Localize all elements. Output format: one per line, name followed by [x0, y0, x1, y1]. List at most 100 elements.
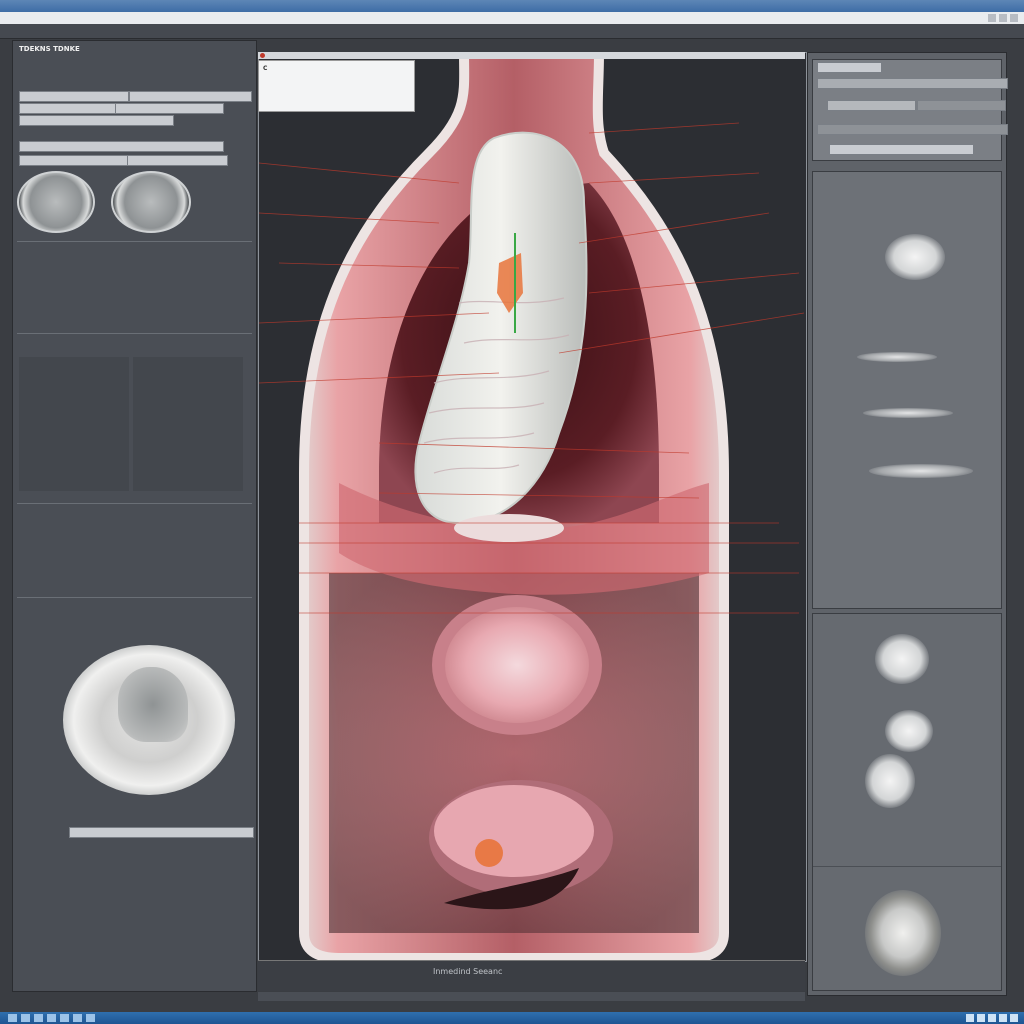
right-series-panel [807, 52, 1008, 996]
table-cell [23, 469, 123, 477]
info-line [263, 85, 410, 92]
app-icon[interactable] [47, 1014, 56, 1022]
series-caption [813, 292, 1001, 300]
tray-icon[interactable] [977, 1014, 985, 1022]
section-label [19, 587, 250, 596]
series-caption [813, 222, 1001, 230]
volume-render[interactable] [259, 53, 806, 961]
table-cell [137, 415, 237, 423]
series-field[interactable] [827, 100, 916, 111]
series-thumbnail[interactable] [863, 408, 953, 418]
field-2[interactable] [19, 103, 116, 114]
app-icon[interactable] [86, 1014, 95, 1022]
viewer-footer: Inmedind Seeanc [258, 960, 805, 991]
field-7[interactable] [127, 155, 228, 166]
series-field[interactable] [817, 62, 882, 73]
tray-icon[interactable] [999, 1014, 1007, 1022]
section-label [19, 571, 250, 580]
field-0[interactable] [19, 91, 129, 102]
section-label [19, 303, 250, 312]
series-caption [813, 302, 1001, 310]
table-cell [23, 451, 123, 459]
info-line: C [263, 65, 268, 72]
series-caption [813, 174, 1001, 182]
thumbnail-stack[interactable] [812, 613, 1002, 991]
section-label [19, 511, 250, 520]
table-cell [137, 361, 237, 369]
close-icon[interactable] [260, 53, 265, 58]
section-label [19, 341, 250, 350]
series-caption [813, 422, 1001, 430]
thumbnail-scan-1[interactable] [17, 171, 95, 233]
series-caption [913, 658, 1001, 666]
table-cell [23, 433, 123, 441]
app-icon[interactable] [21, 1014, 30, 1022]
panel-header: TDEKNS TDNKE [19, 45, 80, 53]
table-cell [137, 469, 237, 477]
tray-icon[interactable] [988, 1014, 996, 1022]
series-thumbnail[interactable] [865, 890, 941, 976]
start-icon[interactable] [8, 1014, 17, 1022]
lower-organ[interactable] [434, 785, 594, 877]
series-caption [813, 538, 1001, 546]
series-thumbnail[interactable] [857, 352, 937, 362]
field-6[interactable] [19, 155, 128, 166]
main-image-viewer[interactable] [258, 52, 807, 962]
minimize-icon[interactable] [988, 14, 996, 22]
info-line [263, 75, 410, 82]
viewer-header [258, 52, 805, 59]
series-caption [813, 196, 1001, 204]
series-list[interactable] [812, 171, 1002, 609]
left-status [14, 975, 254, 997]
field-3[interactable] [115, 103, 224, 114]
series-field[interactable] [817, 124, 1008, 135]
field-1[interactable] [129, 91, 252, 102]
field-4[interactable] [19, 115, 174, 126]
lesion-marker[interactable] [475, 839, 503, 867]
section-label [19, 281, 250, 290]
window-controls[interactable] [988, 14, 1018, 22]
os-taskbar [0, 1012, 1024, 1024]
table-cell [137, 397, 237, 405]
app-icon[interactable] [34, 1014, 43, 1022]
system-tray[interactable] [966, 1014, 1018, 1022]
series-thumbnail[interactable] [865, 754, 915, 808]
series-caption [813, 528, 1001, 536]
info-line [263, 95, 410, 102]
status-bar [258, 992, 805, 1001]
series-caption [813, 548, 1001, 556]
series-field[interactable] [917, 100, 1006, 111]
cross-section-inner[interactable] [445, 607, 589, 723]
app-icon[interactable] [73, 1014, 82, 1022]
section-label [19, 623, 250, 632]
series-caption [813, 460, 1001, 468]
table-cell [23, 361, 123, 369]
taskbar-apps[interactable] [8, 1014, 95, 1022]
series-thumbnail[interactable] [885, 710, 933, 752]
axial-scan-image[interactable] [63, 645, 235, 795]
series-caption [813, 616, 1001, 624]
table-cell [23, 415, 123, 423]
series-caption [813, 872, 1001, 880]
maximize-icon[interactable] [999, 14, 1007, 22]
divider [17, 597, 252, 598]
section-label [19, 637, 250, 646]
series-field[interactable] [817, 78, 1008, 89]
app-icon[interactable] [60, 1014, 69, 1022]
close-icon[interactable] [1010, 14, 1018, 22]
table-cell [23, 379, 123, 387]
field-5[interactable] [19, 141, 224, 152]
section-label [19, 601, 250, 610]
thumbnail-scan-2[interactable] [111, 171, 191, 233]
base-structure [454, 514, 564, 542]
series-thumbnail[interactable] [885, 234, 945, 280]
field-8[interactable] [69, 827, 254, 838]
section-label [19, 533, 250, 542]
tray-icon[interactable] [1010, 1014, 1018, 1022]
table-cell [137, 379, 237, 387]
tray-icon[interactable] [966, 1014, 974, 1022]
divider [813, 866, 1001, 867]
series-field[interactable] [829, 144, 974, 155]
section-label [19, 853, 250, 862]
viewer-caption: Inmedind Seeanc [433, 967, 503, 976]
